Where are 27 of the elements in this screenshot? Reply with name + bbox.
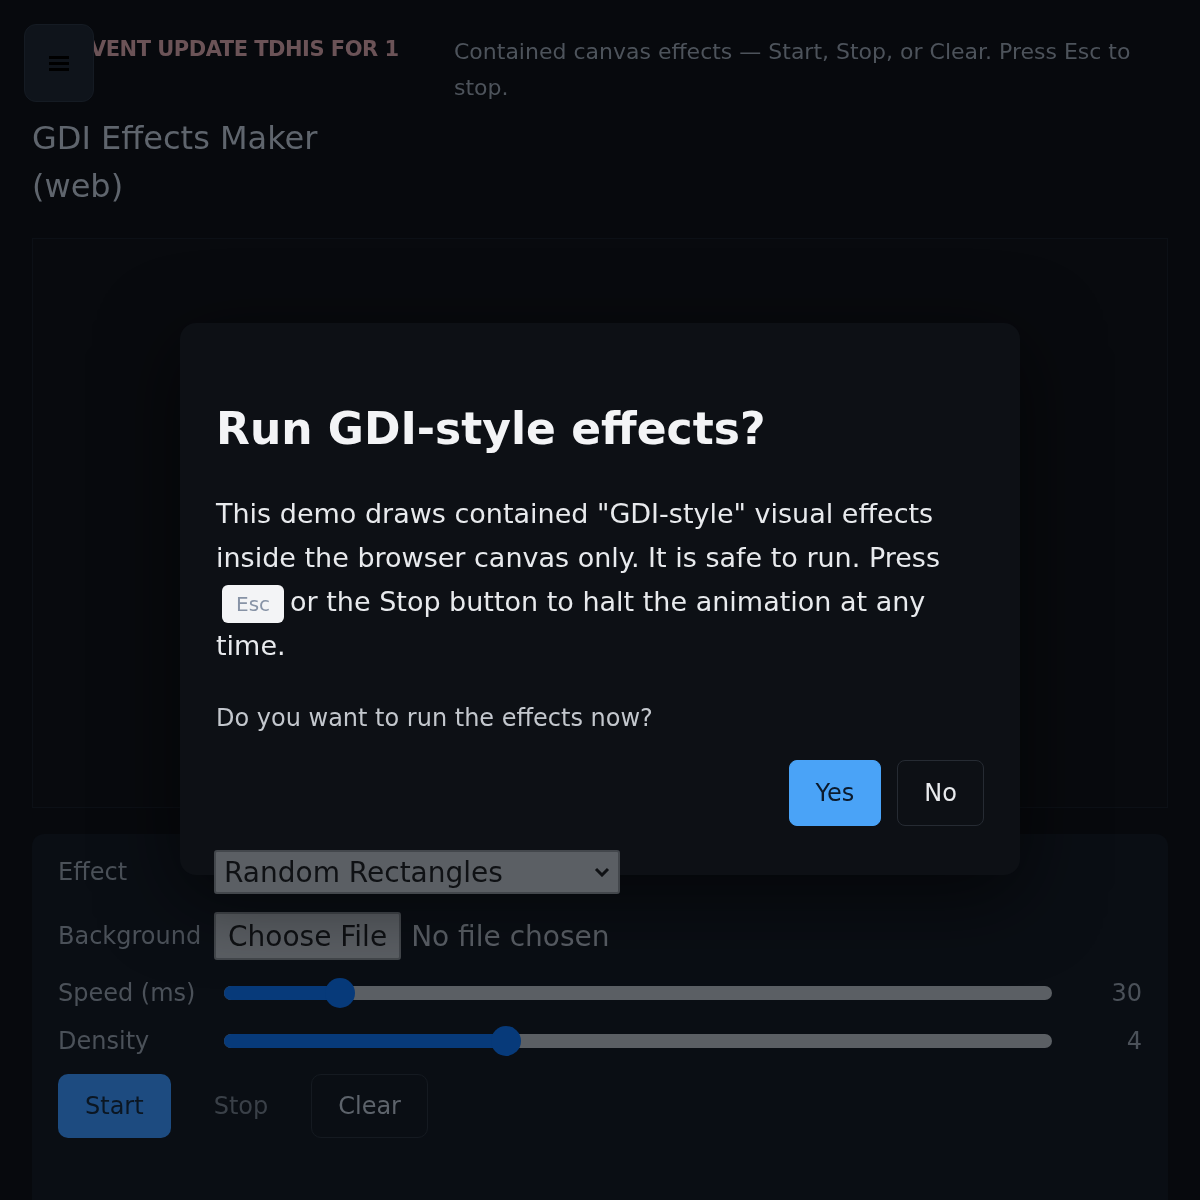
slider-thumb[interactable] bbox=[490, 1026, 521, 1056]
key-hint: Esc bbox=[222, 584, 285, 623]
file-status: No file chosen bbox=[411, 919, 610, 953]
slider-track[interactable] bbox=[224, 978, 1052, 1008]
field-label: Effect bbox=[58, 858, 129, 886]
no-button[interactable]: No bbox=[897, 760, 984, 826]
clear-button[interactable]: Clear bbox=[311, 1074, 428, 1138]
slider-track[interactable] bbox=[224, 1026, 1052, 1056]
menu-button[interactable] bbox=[24, 24, 94, 102]
slider-label: Density bbox=[58, 1027, 151, 1055]
dialog-title: Run GDI-style effects? bbox=[216, 403, 767, 454]
menu-icon bbox=[49, 55, 69, 71]
banner-text: VENT UPDATE TDHIS FOR 1 bbox=[90, 36, 399, 63]
yes-button[interactable]: Yes bbox=[788, 760, 882, 826]
dialog-question: Do you want to run the effects now? bbox=[216, 704, 654, 732]
chevron-icon bbox=[594, 867, 610, 877]
slider-value: 4 bbox=[1125, 1027, 1142, 1055]
slider-label: Speed (ms) bbox=[58, 979, 197, 1007]
effect-select[interactable]: Random Rectangles bbox=[214, 850, 620, 894]
slider-value: 30 bbox=[1110, 979, 1142, 1007]
start-button[interactable]: Start bbox=[58, 1074, 171, 1138]
slider-thumb[interactable] bbox=[324, 978, 355, 1008]
field-label: Background bbox=[58, 922, 203, 950]
subtitle: Contained canvas effects — Start, Stop, or Clear. Press Esc to stop. bbox=[454, 38, 1132, 102]
dialog-message: This demo draws contained "GDI-style" visual effects inside the browser canvas only. It is safe to run. Press Esc or the Stop button to halt the animation at any time. bbox=[216, 497, 941, 663]
app-title: GDI Effects Maker (web) bbox=[32, 118, 319, 207]
choose-file-button[interactable]: Choose File bbox=[214, 912, 402, 960]
